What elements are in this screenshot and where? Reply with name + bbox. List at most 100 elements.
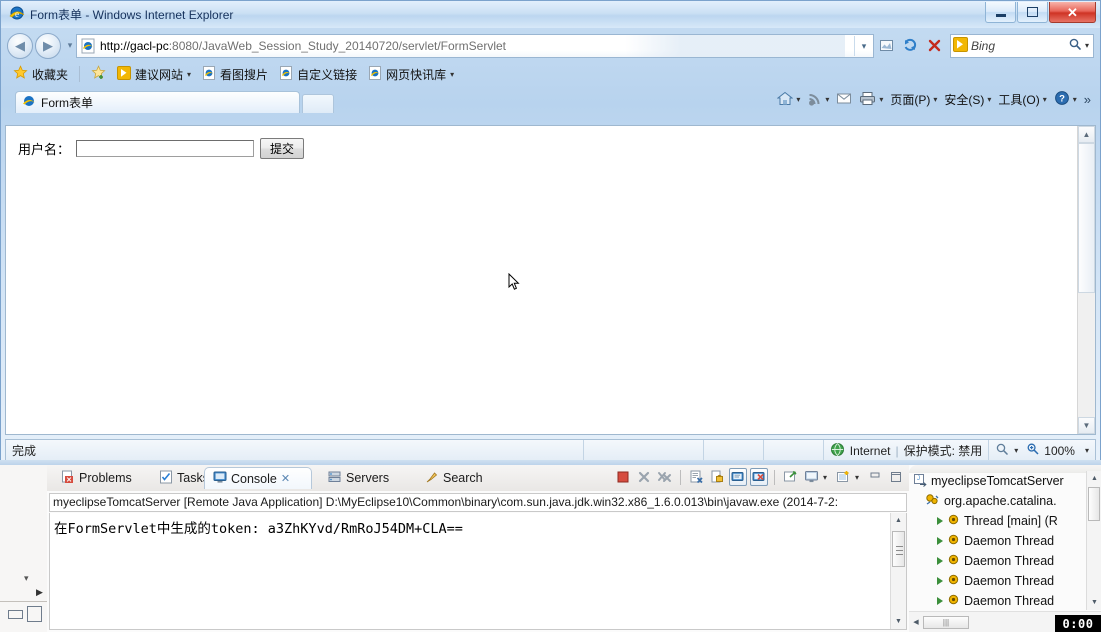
- show-console-on-output-button[interactable]: [729, 468, 747, 486]
- remove-launch-button[interactable]: [635, 468, 653, 486]
- forward-button[interactable]: ▶: [35, 32, 61, 59]
- refresh-button[interactable]: [898, 34, 922, 58]
- favorite-item-web-feed-library[interactable]: 网页快讯库 ▾: [364, 64, 458, 85]
- scrollbar-thumb[interactable]: |||: [923, 615, 969, 629]
- feeds-button[interactable]: ▾: [804, 89, 832, 111]
- chevron-down-icon[interactable]: ▾: [933, 95, 937, 104]
- page-menu-button[interactable]: 页面(P) ▾: [887, 89, 940, 110]
- address-dropdown-button[interactable]: ▾: [854, 35, 873, 56]
- show-console-on-error-button[interactable]: [750, 468, 768, 486]
- maximize-button[interactable]: [1017, 2, 1048, 23]
- safety-menu-button[interactable]: 安全(S) ▾: [941, 89, 994, 110]
- page-vertical-scrollbar[interactable]: ▲ ▼: [1077, 126, 1095, 434]
- chevron-down-icon[interactable]: ▾: [1043, 95, 1047, 104]
- tree-row[interactable]: Daemon Thread: [909, 571, 1087, 591]
- debug-vertical-scrollbar[interactable]: ▲ ▼: [1086, 471, 1101, 610]
- console-view-tab-bar: ✕ Problems Tasks Console ✕ Servers Searc…: [47, 465, 909, 491]
- favorite-item-custom-links[interactable]: 自定义链接: [275, 64, 361, 85]
- minimize-view-button[interactable]: [866, 468, 884, 486]
- back-button[interactable]: ◀: [7, 32, 33, 59]
- favorite-item-image-search[interactable]: 看图搜片: [198, 64, 272, 85]
- compatibility-view-button[interactable]: [874, 34, 898, 58]
- home-button[interactable]: ▾: [774, 89, 803, 111]
- add-to-favorites-bar-button[interactable]: [87, 63, 110, 85]
- print-button[interactable]: ▾: [856, 89, 886, 111]
- search-go-icon[interactable]: [1068, 37, 1082, 54]
- scroll-down-button[interactable]: ▼: [891, 614, 906, 629]
- tab-search[interactable]: Search: [417, 467, 505, 489]
- console-output-area[interactable]: 在FormServlet中生成的token: a3ZhKYvd/RmRoJ54D…: [49, 513, 907, 630]
- scroll-lock-button[interactable]: [708, 468, 726, 486]
- scroll-down-button[interactable]: ▼: [1087, 595, 1101, 610]
- address-bar[interactable]: http://gacl-pc:8080/JavaWeb_Session_Stud…: [76, 33, 874, 58]
- chevron-down-icon[interactable]: ▾: [987, 95, 991, 104]
- scrollbar-thumb[interactable]: [892, 531, 905, 567]
- chevron-down-icon[interactable]: ▾: [879, 95, 883, 104]
- scroll-up-button[interactable]: ▲: [1078, 126, 1095, 143]
- username-input[interactable]: [76, 140, 255, 157]
- tree-row[interactable]: Daemon Thread: [909, 531, 1087, 551]
- chevron-down-icon[interactable]: ▾: [1085, 446, 1089, 455]
- tree-row[interactable]: Thread [main] (R: [909, 511, 1087, 531]
- read-mail-button[interactable]: [833, 89, 855, 110]
- submit-button[interactable]: 提交: [260, 138, 305, 159]
- tools-menu-button[interactable]: 工具(O) ▾: [995, 89, 1049, 110]
- restore-view-icon[interactable]: [8, 610, 23, 619]
- chevron-right-icon[interactable]: ▶: [36, 587, 43, 598]
- debug-tree[interactable]: J myeclipseTomcatServer org.apache.catal…: [909, 471, 1087, 610]
- maximize-view-button[interactable]: [887, 468, 905, 486]
- help-menu-button[interactable]: ? ▾: [1051, 88, 1080, 111]
- console-vertical-scrollbar[interactable]: ▲ ▼: [890, 513, 906, 629]
- security-zone[interactable]: Internet | 保护模式: 禁用: [824, 440, 990, 461]
- chevron-down-icon[interactable]: ▾: [855, 473, 863, 482]
- scroll-down-button[interactable]: ▼: [1078, 417, 1095, 434]
- close-icon[interactable]: ✕: [281, 472, 290, 485]
- stop-button[interactable]: [922, 34, 946, 58]
- maximize-view-icon[interactable]: [27, 606, 42, 622]
- tree-row[interactable]: J myeclipseTomcatServer: [909, 471, 1087, 491]
- tree-row-label: Daemon Thread: [964, 574, 1055, 588]
- tree-row[interactable]: org.apache.catalina.: [909, 491, 1087, 511]
- chevron-down-icon[interactable]: ▾: [187, 70, 191, 79]
- browser-tab-form[interactable]: Form表单: [15, 91, 300, 113]
- mouse-cursor: [508, 272, 520, 291]
- pin-console-button[interactable]: [781, 468, 799, 486]
- minimize-button[interactable]: [985, 2, 1016, 23]
- scroll-up-button[interactable]: ▲: [891, 513, 906, 528]
- recent-pages-button[interactable]: ▾: [64, 40, 76, 51]
- scrollbar-thumb[interactable]: [1078, 143, 1095, 293]
- search-box[interactable]: Bing ▾: [950, 33, 1094, 58]
- remove-all-terminated-button[interactable]: [656, 468, 674, 486]
- favorites-center-button[interactable]: 收藏夹: [9, 63, 72, 85]
- ie-command-bar: ▾ ▾ ▾ 页面(P) ▾ 安全(S) ▾ 工具(O) ▾ ? ▾ »: [774, 88, 1094, 111]
- zoom-control[interactable]: ▾ 100% ▾: [989, 440, 1095, 461]
- chevron-down-icon[interactable]: ▾: [796, 95, 800, 104]
- mail-icon: [836, 91, 852, 108]
- search-dropdown-icon[interactable]: ▾: [1085, 41, 1093, 50]
- scroll-up-button[interactable]: ▲: [1087, 471, 1101, 486]
- chevron-down-icon[interactable]: ▾: [450, 70, 454, 79]
- tab-servers[interactable]: Servers: [319, 467, 413, 489]
- thumb-grip: [896, 550, 903, 551]
- chevron-down-icon[interactable]: ▾: [1014, 446, 1018, 455]
- display-selected-console-button[interactable]: [802, 468, 820, 486]
- clear-console-button[interactable]: [687, 468, 705, 486]
- open-console-button[interactable]: [834, 468, 852, 486]
- scroll-left-button[interactable]: ◀: [909, 618, 923, 626]
- command-bar-overflow-button[interactable]: »: [1081, 90, 1094, 109]
- tab-console[interactable]: Console ✕: [204, 467, 312, 489]
- close-button[interactable]: ✕: [1049, 2, 1096, 23]
- tab-problems[interactable]: ✕ Problems: [53, 467, 147, 489]
- new-tab-button[interactable]: [302, 94, 334, 113]
- chevron-down-icon[interactable]: ▾: [823, 473, 831, 482]
- chevron-down-icon[interactable]: ▾: [825, 95, 829, 104]
- chevron-down-icon[interactable]: ▾: [24, 573, 29, 584]
- favorite-item-suggested-sites[interactable]: 建议网站 ▾: [113, 64, 195, 85]
- tree-row[interactable]: Daemon Thread: [909, 591, 1087, 610]
- taskbar-clock: 0:00: [1055, 615, 1101, 632]
- terminate-button[interactable]: [614, 468, 632, 486]
- tree-row[interactable]: Daemon Thread: [909, 551, 1087, 571]
- zoom-level-label: 100%: [1044, 443, 1075, 458]
- chevron-down-icon[interactable]: ▾: [1073, 95, 1077, 104]
- scrollbar-thumb[interactable]: [1088, 487, 1100, 521]
